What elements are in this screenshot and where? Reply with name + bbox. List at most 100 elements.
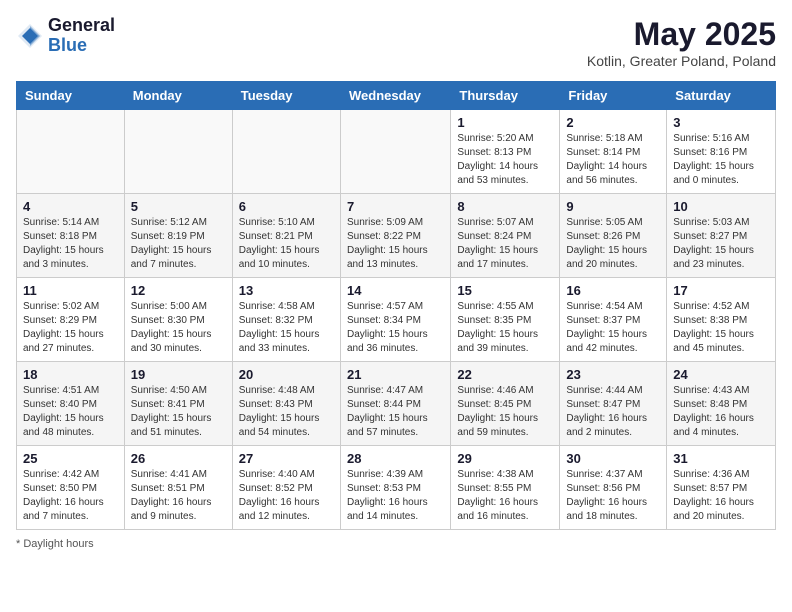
day-number: 29 [457,451,553,466]
day-info: Sunrise: 5:20 AM Sunset: 8:13 PM Dayligh… [457,132,553,188]
calendar-day-cell: 3 Sunrise: 5:16 AM Sunset: 8:16 PM Daylig… [667,110,776,194]
day-info: Sunrise: 5:02 AM Sunset: 8:29 PM Dayligh… [23,300,118,356]
day-number: 9 [566,199,660,214]
day-number: 4 [23,199,118,214]
calendar-day-cell: 11 Sunrise: 5:02 AM Sunset: 8:29 PM Dayli… [17,278,125,362]
calendar-day-cell: 22 Sunrise: 4:46 AM Sunset: 8:45 PM Dayli… [451,362,560,446]
day-number: 28 [347,451,444,466]
day-info: Sunrise: 4:47 AM Sunset: 8:44 PM Dayligh… [347,384,444,440]
calendar-week-row: 4Sunrise: 5:14 AM Sunset: 8:18 PM Daylig… [17,194,776,278]
logo-icon [16,22,44,50]
day-info: Sunrise: 4:46 AM Sunset: 8:45 PM Dayligh… [457,384,553,440]
day-number: 1 [457,115,553,130]
day-number: 16 [566,283,660,298]
calendar-day-cell [17,110,125,194]
day-info: Sunrise: 4:37 AM Sunset: 8:56 PM Dayligh… [566,468,660,524]
month-title: May 2025 [587,16,776,53]
day-number: 3 [673,115,769,130]
day-info: Sunrise: 5:18 AM Sunset: 8:14 PM Dayligh… [566,132,660,188]
day-number: 8 [457,199,553,214]
day-info: Sunrise: 5:10 AM Sunset: 8:21 PM Dayligh… [239,216,334,272]
day-info: Sunrise: 5:09 AM Sunset: 8:22 PM Dayligh… [347,216,444,272]
day-number: 27 [239,451,334,466]
calendar-day-cell: 1 Sunrise: 5:20 AM Sunset: 8:13 PM Daylig… [451,110,560,194]
day-number: 21 [347,367,444,382]
calendar-day-cell: 24Sunrise: 4:43 AM Sunset: 8:48 PM Dayli… [667,362,776,446]
day-number: 12 [131,283,226,298]
location-subtitle: Kotlin, Greater Poland, Poland [587,53,776,69]
calendar-day-cell: 29 Sunrise: 4:38 AM Sunset: 8:55 PM Dayli… [451,446,560,530]
calendar-day-cell: 14Sunrise: 4:57 AM Sunset: 8:34 PM Dayli… [340,278,450,362]
calendar-week-row: 18 Sunrise: 4:51 AM Sunset: 8:40 PM Dayli… [17,362,776,446]
day-of-week-header: Wednesday [340,82,450,110]
day-of-week-header: Saturday [667,82,776,110]
day-number: 5 [131,199,226,214]
calendar-day-cell: 23 Sunrise: 4:44 AM Sunset: 8:47 PM Dayli… [560,362,667,446]
day-info: Sunrise: 4:44 AM Sunset: 8:47 PM Dayligh… [566,384,660,440]
calendar-week-row: 1 Sunrise: 5:20 AM Sunset: 8:13 PM Daylig… [17,110,776,194]
calendar-day-cell: 26 Sunrise: 4:41 AM Sunset: 8:51 PM Dayli… [124,446,232,530]
day-of-week-header: Tuesday [232,82,340,110]
day-number: 17 [673,283,769,298]
calendar-week-row: 25 Sunrise: 4:42 AM Sunset: 8:50 PM Dayli… [17,446,776,530]
day-number: 26 [131,451,226,466]
day-info: Sunrise: 5:03 AM Sunset: 8:27 PM Dayligh… [673,216,769,272]
day-info: Sunrise: 4:41 AM Sunset: 8:51 PM Dayligh… [131,468,226,524]
day-number: 6 [239,199,334,214]
calendar-day-cell [340,110,450,194]
day-info: Sunrise: 5:16 AM Sunset: 8:16 PM Dayligh… [673,132,769,188]
day-of-week-header: Friday [560,82,667,110]
calendar-day-cell: 2 Sunrise: 5:18 AM Sunset: 8:14 PM Daylig… [560,110,667,194]
calendar-day-cell [232,110,340,194]
day-info: Sunrise: 4:55 AM Sunset: 8:35 PM Dayligh… [457,300,553,356]
calendar-day-cell: 19 Sunrise: 4:50 AM Sunset: 8:41 PM Dayli… [124,362,232,446]
day-info: Sunrise: 4:40 AM Sunset: 8:52 PM Dayligh… [239,468,334,524]
calendar-day-cell: 9 Sunrise: 5:05 AM Sunset: 8:26 PM Daylig… [560,194,667,278]
calendar-day-cell: 10 Sunrise: 5:03 AM Sunset: 8:27 PM Dayli… [667,194,776,278]
day-of-week-header: Sunday [17,82,125,110]
day-info: Sunrise: 4:42 AM Sunset: 8:50 PM Dayligh… [23,468,118,524]
calendar-day-cell: 5 Sunrise: 5:12 AM Sunset: 8:19 PM Daylig… [124,194,232,278]
calendar-header-row: SundayMondayTuesdayWednesdayThursdayFrid… [17,82,776,110]
day-number: 23 [566,367,660,382]
calendar-day-cell: 13Sunrise: 4:58 AM Sunset: 8:32 PM Dayli… [232,278,340,362]
calendar-day-cell: 28 Sunrise: 4:39 AM Sunset: 8:53 PM Dayli… [340,446,450,530]
day-info: Sunrise: 4:39 AM Sunset: 8:53 PM Dayligh… [347,468,444,524]
day-info: Sunrise: 5:00 AM Sunset: 8:30 PM Dayligh… [131,300,226,356]
calendar-day-cell: 31Sunrise: 4:36 AM Sunset: 8:57 PM Dayli… [667,446,776,530]
day-info: Sunrise: 5:12 AM Sunset: 8:19 PM Dayligh… [131,216,226,272]
day-number: 30 [566,451,660,466]
day-number: 19 [131,367,226,382]
footer-note: * Daylight hours [16,538,776,550]
day-of-week-header: Thursday [451,82,560,110]
calendar-day-cell: 30 Sunrise: 4:37 AM Sunset: 8:56 PM Dayli… [560,446,667,530]
day-info: Sunrise: 4:36 AM Sunset: 8:57 PM Dayligh… [673,468,769,524]
day-info: Sunrise: 4:38 AM Sunset: 8:55 PM Dayligh… [457,468,553,524]
day-of-week-header: Monday [124,82,232,110]
day-number: 18 [23,367,118,382]
logo: General Blue [16,16,115,56]
calendar-day-cell [124,110,232,194]
calendar-week-row: 11 Sunrise: 5:02 AM Sunset: 8:29 PM Dayli… [17,278,776,362]
day-info: Sunrise: 5:07 AM Sunset: 8:24 PM Dayligh… [457,216,553,272]
day-info: Sunrise: 4:50 AM Sunset: 8:41 PM Dayligh… [131,384,226,440]
calendar-table: SundayMondayTuesdayWednesdayThursdayFrid… [16,81,776,530]
calendar-day-cell: 20Sunrise: 4:48 AM Sunset: 8:43 PM Dayli… [232,362,340,446]
day-number: 11 [23,283,118,298]
calendar-day-cell: 16 Sunrise: 4:54 AM Sunset: 8:37 PM Dayli… [560,278,667,362]
day-number: 10 [673,199,769,214]
calendar-day-cell: 4Sunrise: 5:14 AM Sunset: 8:18 PM Daylig… [17,194,125,278]
calendar-day-cell: 25 Sunrise: 4:42 AM Sunset: 8:50 PM Dayli… [17,446,125,530]
day-number: 22 [457,367,553,382]
day-number: 25 [23,451,118,466]
day-info: Sunrise: 4:51 AM Sunset: 8:40 PM Dayligh… [23,384,118,440]
day-number: 2 [566,115,660,130]
page-header: General Blue May 2025 Kotlin, Greater Po… [16,16,776,69]
day-info: Sunrise: 5:05 AM Sunset: 8:26 PM Dayligh… [566,216,660,272]
day-number: 15 [457,283,553,298]
day-info: Sunrise: 4:54 AM Sunset: 8:37 PM Dayligh… [566,300,660,356]
day-info: Sunrise: 4:57 AM Sunset: 8:34 PM Dayligh… [347,300,444,356]
day-number: 7 [347,199,444,214]
logo-text: General Blue [48,16,115,56]
day-info: Sunrise: 4:58 AM Sunset: 8:32 PM Dayligh… [239,300,334,356]
